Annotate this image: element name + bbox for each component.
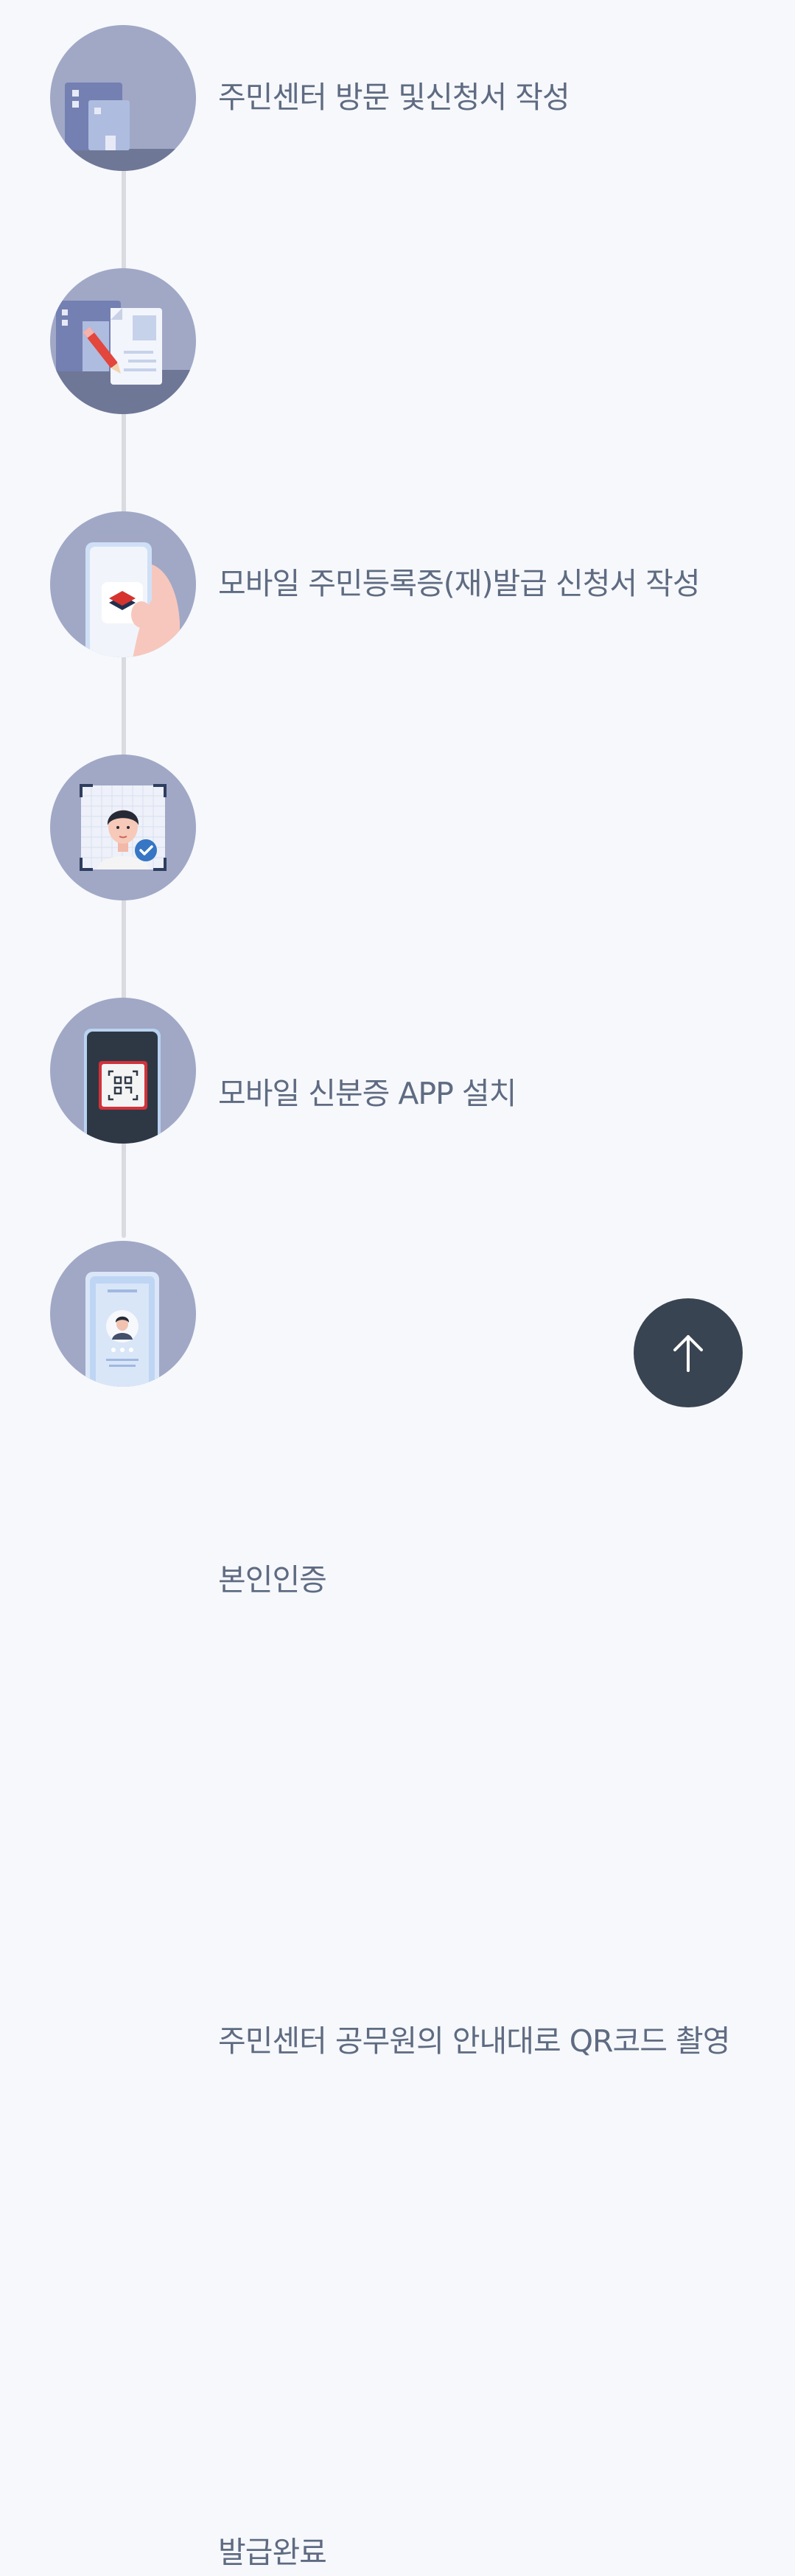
qr-scan-icon [50, 998, 196, 1144]
mobile-id-card-icon [50, 1241, 196, 1387]
scroll-to-top-button[interactable] [634, 1298, 743, 1407]
identity-verification-icon [50, 755, 196, 900]
building-icon [50, 25, 196, 171]
step-5-label: 주민센터 공무원의 안내대로 QR코드 촬영 [218, 2023, 730, 2059]
step-1-label: 주민센터 방문 및신청서 작성 [218, 80, 570, 115]
step-3-label: 모바일 신분증 APP 설치 [218, 1076, 516, 1111]
step-6-label: 발급완료 [218, 2535, 327, 2570]
step-2-label: 모바일 주민등록증(재)발급 신청서 작성 [218, 566, 701, 601]
application-form-icon [50, 268, 196, 414]
issuance-steps: 주민센터 방문 및신청서 작성 모바일 주민등록증(재)발급 신청서 작성 모바… [0, 0, 795, 2570]
arrow-up-icon [673, 1335, 703, 1372]
step-4-label: 본인인증 [218, 1562, 327, 1597]
phone-app-icon [50, 511, 196, 657]
